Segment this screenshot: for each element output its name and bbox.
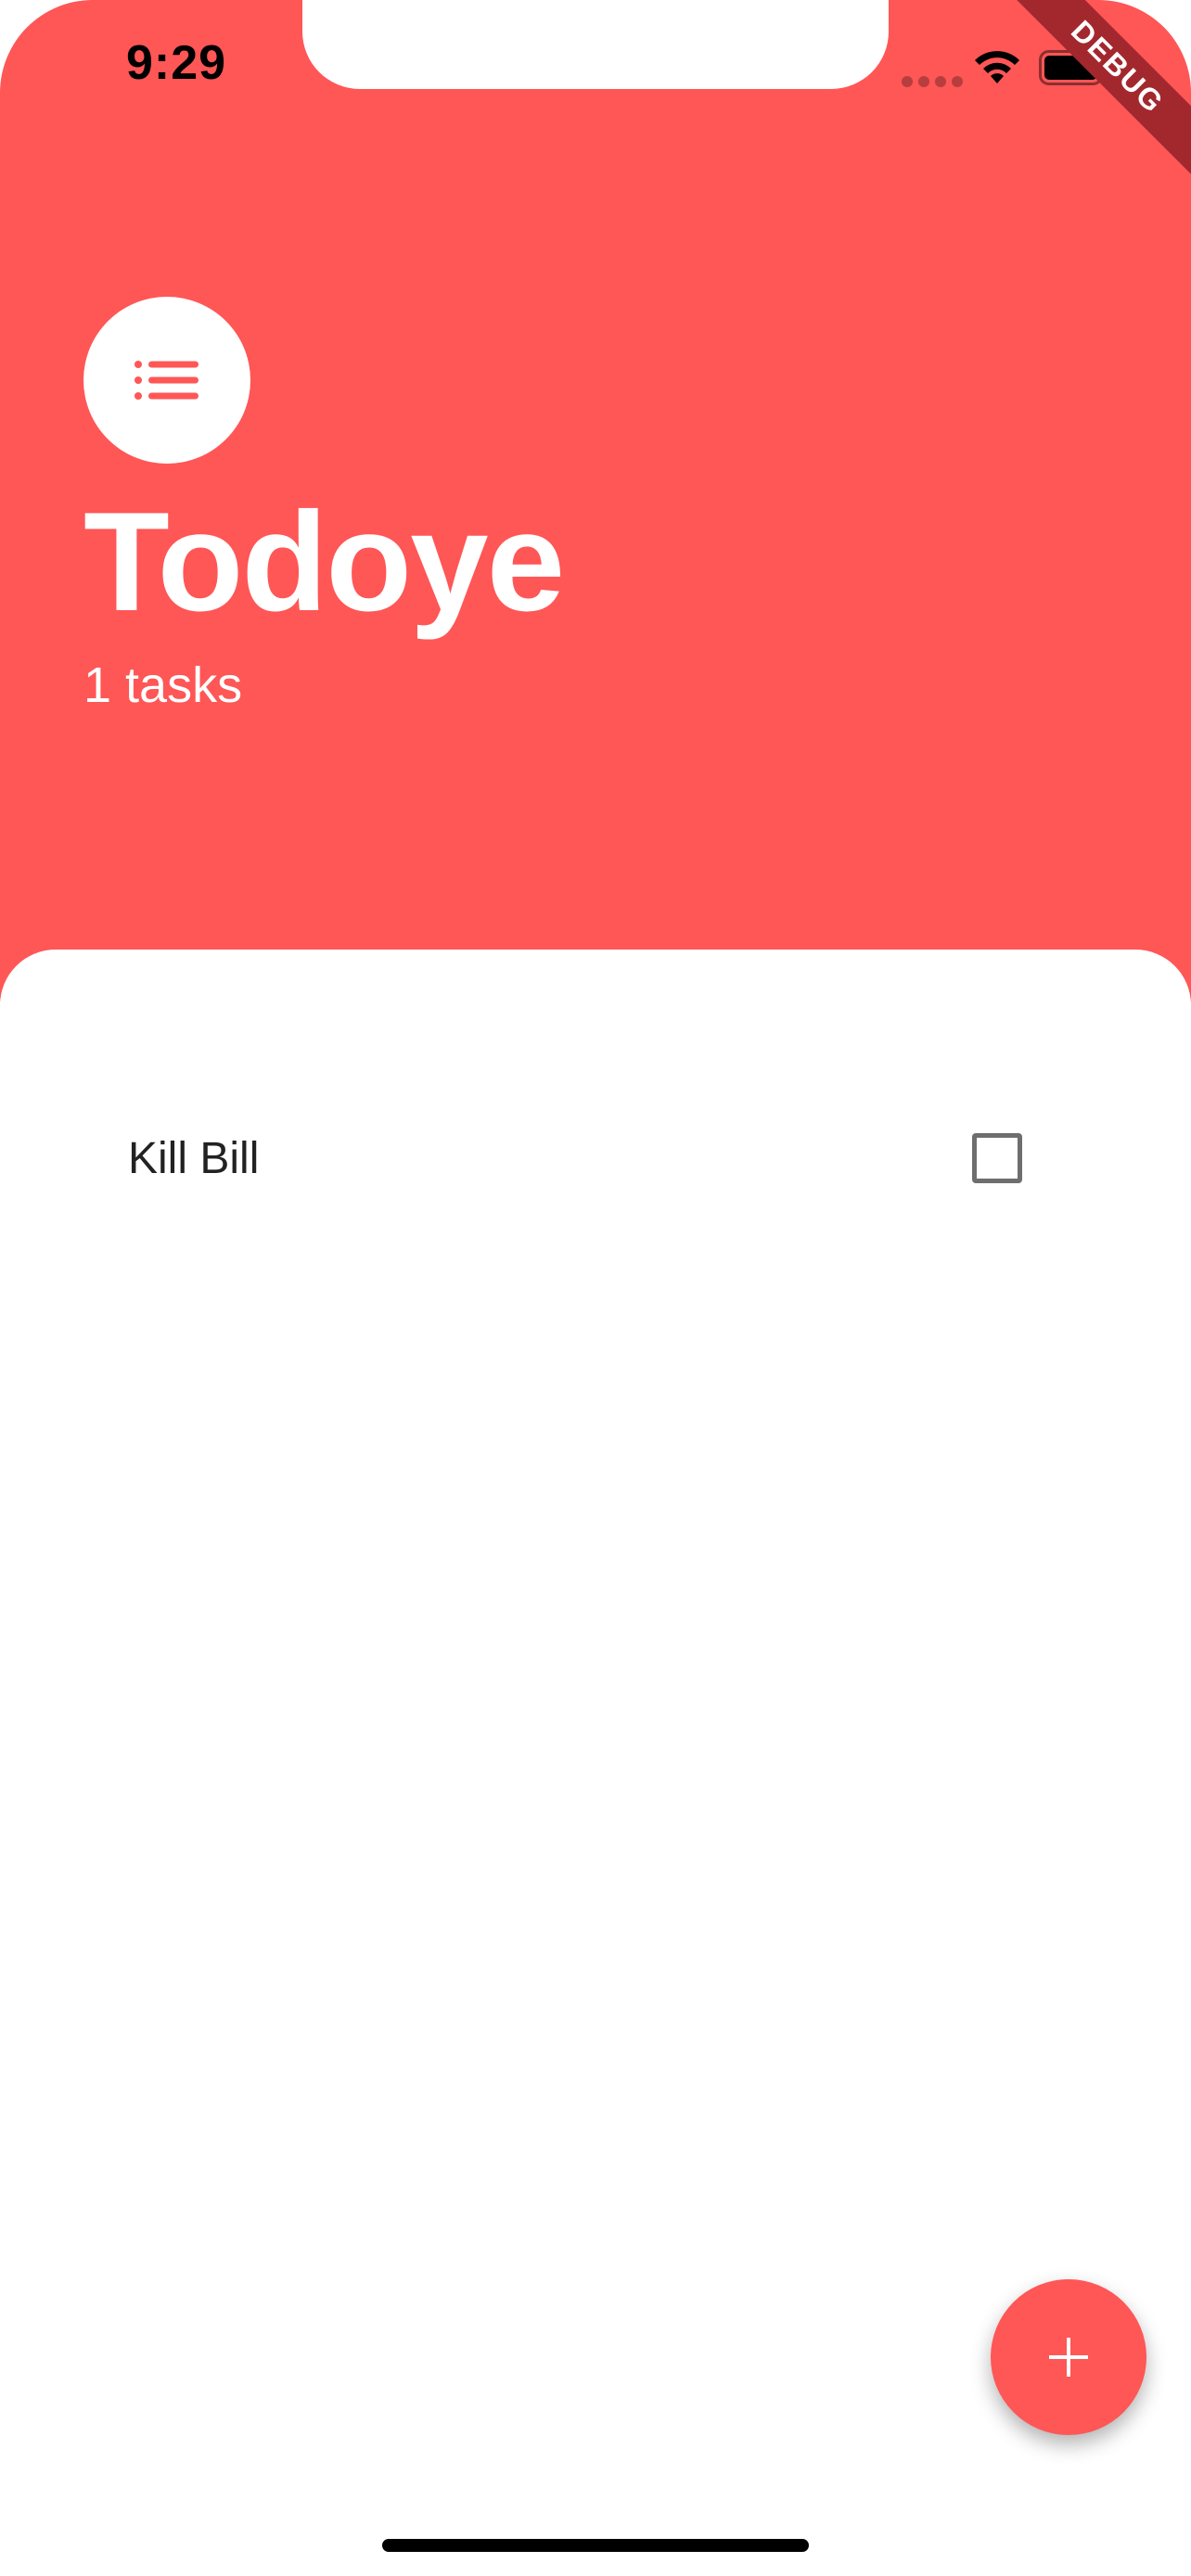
task-label: Kill Bill bbox=[128, 1134, 260, 1183]
status-time: 9:29 bbox=[125, 36, 227, 90]
battery-icon bbox=[1039, 50, 1108, 85]
app-icon-avatar bbox=[83, 297, 250, 464]
wifi-icon bbox=[975, 51, 1019, 83]
list-item[interactable]: Kill Bill bbox=[0, 1103, 1191, 1215]
add-task-button[interactable] bbox=[991, 2279, 1146, 2435]
list-icon bbox=[134, 361, 198, 400]
plus-icon bbox=[1049, 2338, 1088, 2377]
cellular-dots-icon bbox=[902, 76, 963, 87]
device-notch bbox=[302, 0, 889, 89]
task-count-label: 1 tasks bbox=[83, 657, 243, 713]
page-title: Todoye bbox=[83, 483, 565, 641]
app-screen: 9:29 DEBUG Todoye 1 tasks Kill Bill bbox=[0, 0, 1191, 2576]
home-indicator[interactable] bbox=[382, 2539, 809, 2552]
task-checkbox[interactable] bbox=[972, 1133, 1022, 1183]
